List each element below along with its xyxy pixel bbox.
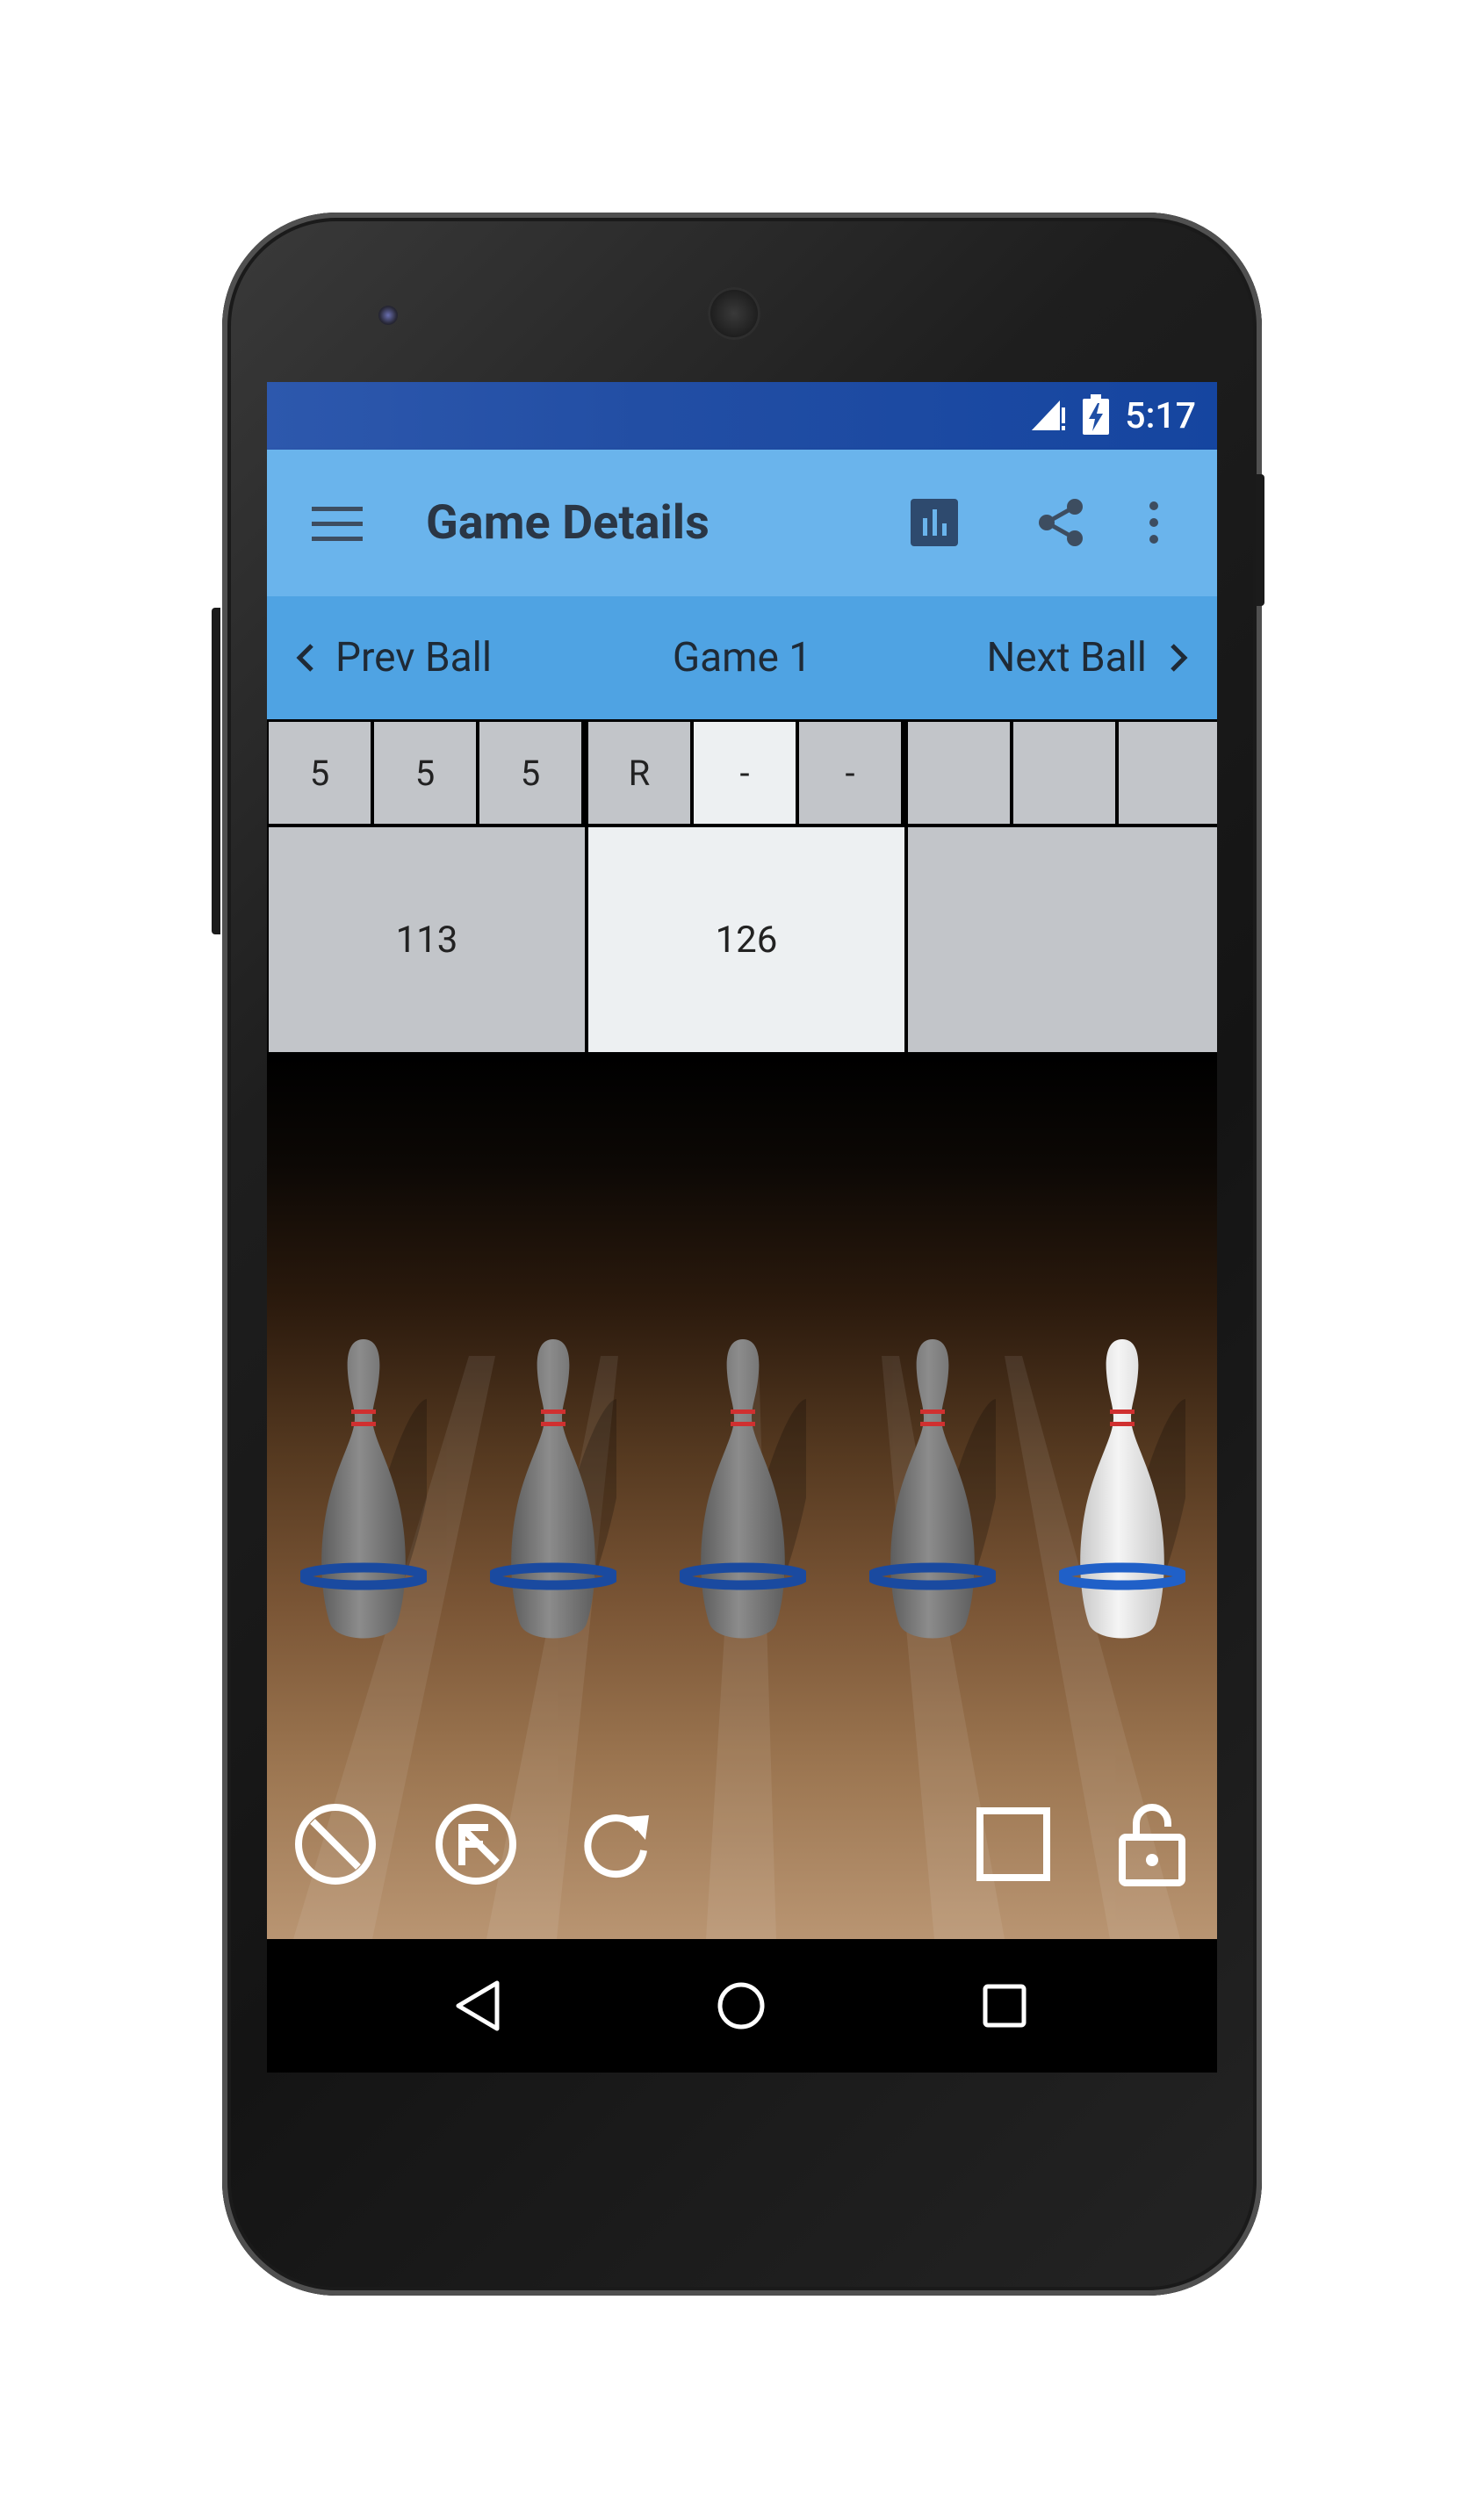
page-title: Game Details — [426, 495, 710, 551]
ball-cell[interactable]: - — [694, 722, 796, 824]
square-icon[interactable] — [965, 1796, 1062, 1893]
next-ball-button[interactable]: Next Ball — [986, 596, 1147, 719]
redo-icon[interactable] — [568, 1796, 665, 1893]
game-nav-bar: Prev Ball Game 1 Next Ball — [267, 596, 1217, 719]
bowling-pin-4[interactable] — [866, 1334, 1005, 1650]
battery-charging-icon — [1083, 393, 1110, 438]
bowling-pin-2[interactable] — [486, 1334, 626, 1650]
screen: 5:17 Game Details Prev Ball Game 1 Next … — [267, 382, 1217, 2073]
bowling-pin-3[interactable] — [676, 1334, 816, 1650]
bowling-pin-5[interactable] — [1055, 1334, 1195, 1650]
ball-cell[interactable] — [1119, 722, 1217, 824]
app-bar: Game Details — [267, 450, 1217, 596]
system-nav-bar — [267, 1939, 1217, 2073]
status-bar: 5:17 — [267, 382, 1217, 450]
light-sensor — [1099, 307, 1110, 318]
proximity-sensor — [1058, 306, 1070, 318]
signal-icon — [1028, 395, 1067, 437]
status-clock: 5:17 — [1125, 394, 1196, 437]
overflow-menu-icon[interactable] — [1132, 487, 1176, 558]
ball-cell[interactable] — [908, 722, 1010, 824]
chevron-right-icon[interactable] — [1152, 631, 1205, 684]
frame-score[interactable]: 126 — [588, 827, 904, 1052]
frame-score[interactable]: 113 — [269, 827, 585, 1052]
frame-score[interactable] — [908, 827, 1217, 1052]
bowling-pin-1[interactable] — [297, 1334, 436, 1650]
ball-cell[interactable]: 5 — [479, 722, 581, 824]
hamburger-menu-icon[interactable] — [302, 489, 372, 559]
ball-cell[interactable]: 5 — [269, 722, 371, 824]
pin-controls — [267, 1796, 1217, 1936]
foul-icon[interactable] — [287, 1796, 384, 1893]
scorecard: 5551135R--12667 — [267, 719, 1217, 1088]
front-sensor — [378, 306, 398, 325]
recents-icon[interactable] — [952, 1939, 1057, 2073]
bar-chart-icon[interactable] — [899, 487, 969, 558]
back-icon[interactable] — [425, 1939, 530, 2073]
earpiece-speaker — [708, 287, 760, 340]
share-icon[interactable] — [1026, 487, 1096, 558]
power-button — [1256, 474, 1264, 606]
ball-cell[interactable]: 5 — [374, 722, 476, 824]
volume-button — [212, 608, 220, 934]
ball-cell[interactable]: - — [799, 722, 901, 824]
reset-frame-icon[interactable] — [428, 1796, 524, 1893]
unlock-icon[interactable] — [1104, 1796, 1200, 1893]
ball-cell[interactable] — [1013, 722, 1115, 824]
ball-cell[interactable]: R — [588, 722, 690, 824]
home-icon[interactable] — [688, 1939, 794, 2073]
